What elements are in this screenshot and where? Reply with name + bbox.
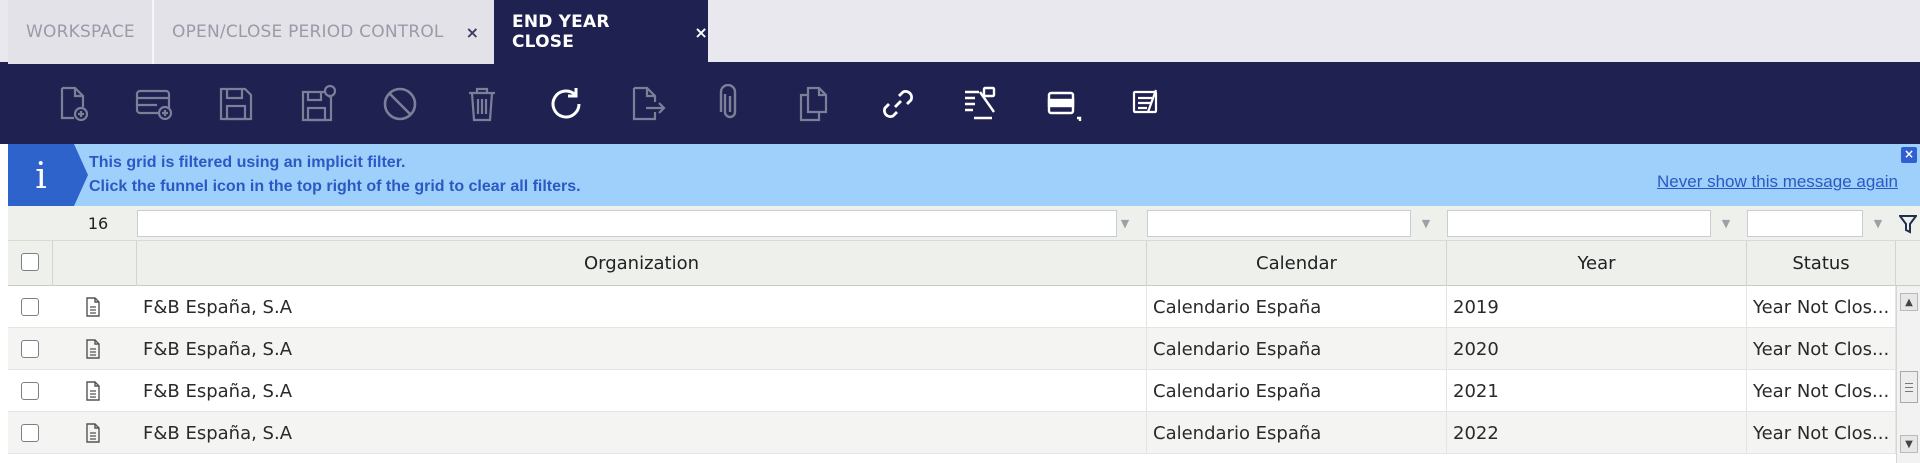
new-document-icon	[60, 86, 89, 122]
never-show-again-link[interactable]: Never show this message again	[1657, 172, 1898, 192]
row-checkbox[interactable]	[21, 424, 39, 442]
filter-row: 16 ▼ ▼ ▼ ▼	[8, 206, 1920, 241]
grid-view-icon	[1047, 91, 1082, 121]
record-count: 16	[87, 214, 109, 233]
tools-button[interactable]	[954, 78, 1006, 130]
notes-button[interactable]	[1120, 78, 1172, 130]
table-row[interactable]: F&B España, S.A Calendario España 2019 Y…	[8, 286, 1896, 328]
table-row[interactable]: F&B España, S.A Calendario España 2020 Y…	[8, 328, 1896, 370]
row-checkbox[interactable]	[21, 298, 39, 316]
new-row-icon	[135, 89, 173, 121]
toolbar	[0, 64, 1920, 144]
year-cell: 2020	[1447, 328, 1747, 370]
status-filter-input[interactable]	[1747, 210, 1863, 237]
banner-line: Click the funnel icon in the top right o…	[89, 178, 581, 195]
new-row-button[interactable]	[128, 78, 180, 130]
cancel-button[interactable]	[374, 78, 426, 130]
cancel-icon	[383, 87, 417, 121]
status-cell: Year Not Clos...	[1747, 328, 1896, 370]
close-icon[interactable]: ×	[466, 23, 480, 42]
row-checkbox[interactable]	[21, 382, 39, 400]
banner-line: This grid is filtered using an implicit …	[89, 154, 406, 171]
calendar-filter-input[interactable]	[1147, 210, 1411, 237]
link-button[interactable]	[872, 78, 924, 130]
status-cell: Year Not Clos...	[1747, 412, 1896, 454]
status-cell: Year Not Clos...	[1747, 286, 1896, 328]
data-grid: 16 ▼ ▼ ▼ ▼ Organization Calendar Year St…	[8, 206, 1920, 463]
attachment-icon	[719, 84, 737, 119]
tab-label: OPEN/CLOSE PERIOD CONTROL	[172, 22, 444, 42]
refresh-icon	[551, 88, 581, 119]
organization-filter-input[interactable]	[137, 210, 1117, 237]
banner-message: This grid is filtered using an implicit …	[89, 151, 581, 199]
tab-open-close-period-control[interactable]: OPEN/CLOSE PERIOD CONTROL ×	[154, 0, 494, 64]
info-icon: i	[8, 144, 88, 206]
link-icon	[883, 90, 913, 118]
delete-button[interactable]	[456, 78, 508, 130]
save-close-icon	[301, 84, 337, 122]
info-banner: i This grid is filtered using an implici…	[8, 144, 1920, 206]
vertical-scrollbar[interactable]: ▲ ▼	[1896, 286, 1920, 463]
organization-cell: F&B España, S.A	[137, 328, 1147, 370]
export-icon	[632, 86, 666, 121]
select-all-cell	[8, 241, 53, 286]
chevron-down-icon[interactable]: ▼	[1863, 210, 1893, 237]
tab-end-year-close[interactable]: END YEAR CLOSE ×	[494, 0, 708, 64]
year-filter-input[interactable]	[1447, 210, 1711, 237]
tab-label: WORKSPACE	[26, 22, 135, 42]
attachment-button[interactable]	[704, 78, 756, 130]
column-header-year[interactable]: Year	[1447, 241, 1747, 286]
document-icon[interactable]	[83, 423, 103, 443]
table-row[interactable]: F&B España, S.A Calendario España 2021 Y…	[8, 370, 1896, 412]
document-icon[interactable]	[83, 339, 103, 359]
clone-icon	[799, 86, 828, 122]
grid-view-button[interactable]	[1036, 78, 1088, 130]
column-header-status[interactable]: Status	[1747, 241, 1896, 286]
save-close-button[interactable]	[292, 78, 344, 130]
close-icon[interactable]: ×	[694, 23, 708, 42]
calendar-cell: Calendario España	[1147, 328, 1447, 370]
export-button[interactable]	[622, 78, 674, 130]
save-icon	[219, 87, 253, 121]
column-header-calendar[interactable]: Calendar	[1147, 241, 1447, 286]
header-icon-column	[53, 241, 137, 286]
header-row: Organization Calendar Year Status	[8, 241, 1920, 286]
refresh-button[interactable]	[540, 78, 592, 130]
new-document-button[interactable]	[46, 78, 98, 130]
organization-cell: F&B España, S.A	[137, 286, 1147, 328]
table-row[interactable]: F&B España, S.A Calendario España 2022 Y…	[8, 412, 1896, 454]
clone-button[interactable]	[788, 78, 840, 130]
calendar-cell: Calendario España	[1147, 412, 1447, 454]
document-icon[interactable]	[83, 381, 103, 401]
funnel-icon[interactable]	[1896, 211, 1920, 237]
year-cell: 2022	[1447, 412, 1747, 454]
select-all-checkbox[interactable]	[21, 253, 39, 271]
close-icon[interactable]: ×	[1901, 147, 1917, 163]
svg-text:i: i	[35, 156, 47, 197]
year-cell: 2021	[1447, 370, 1747, 412]
notes-icon	[1132, 89, 1158, 114]
chevron-down-icon[interactable]: ▼	[1411, 210, 1441, 237]
row-checkbox[interactable]	[21, 340, 39, 358]
column-header-organization[interactable]: Organization	[137, 241, 1147, 286]
organization-cell: F&B España, S.A	[137, 370, 1147, 412]
scroll-down-icon[interactable]: ▼	[1900, 435, 1918, 453]
chevron-down-icon[interactable]: ▼	[1110, 210, 1140, 237]
document-icon[interactable]	[83, 297, 103, 317]
year-cell: 2019	[1447, 286, 1747, 328]
save-button[interactable]	[210, 78, 262, 130]
tab-workspace[interactable]: WORKSPACE	[8, 0, 152, 64]
scroll-up-icon[interactable]: ▲	[1900, 293, 1918, 311]
delete-icon	[469, 87, 495, 122]
chevron-down-icon[interactable]: ▼	[1711, 210, 1741, 237]
status-cell: Year Not Clos...	[1747, 370, 1896, 412]
tab-bar: WORKSPACE OPEN/CLOSE PERIOD CONTROL × EN…	[0, 0, 1920, 64]
tree-icon	[965, 86, 996, 120]
organization-cell: F&B España, S.A	[137, 412, 1147, 454]
calendar-cell: Calendario España	[1147, 286, 1447, 328]
scrollbar-thumb[interactable]	[1900, 371, 1918, 403]
tab-label: END YEAR CLOSE	[512, 12, 610, 52]
calendar-cell: Calendario España	[1147, 370, 1447, 412]
